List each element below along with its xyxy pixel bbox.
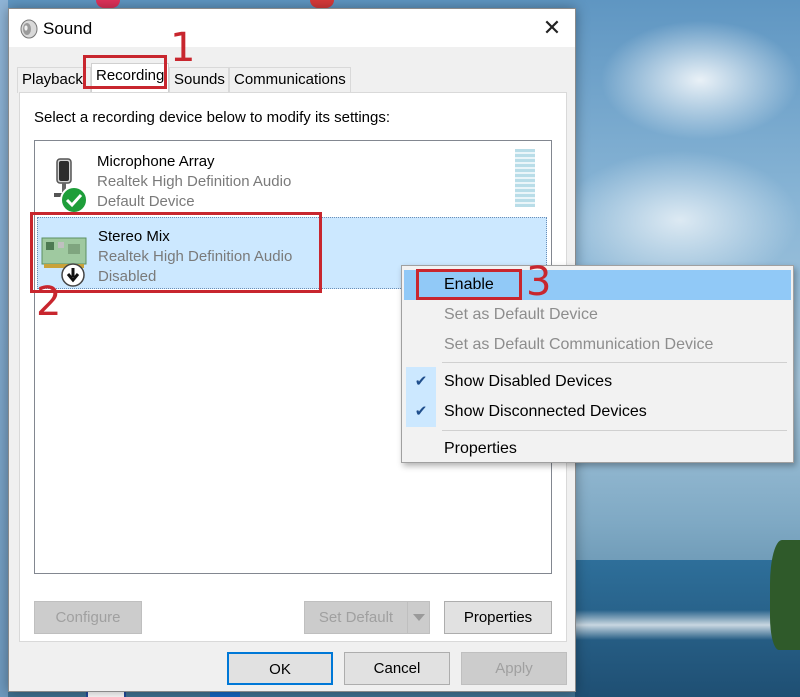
cancel-label: Cancel [373, 660, 421, 677]
menu-item-set-default-device[interactable]: Set as Default Device [404, 300, 791, 330]
device-name: Microphone Array [97, 153, 215, 170]
desktop-icon[interactable] [310, 0, 334, 8]
cancel-button[interactable]: Cancel [344, 652, 450, 685]
annotation-box-enable [416, 269, 522, 300]
menu-item-label: Set as Default Communication Device [444, 336, 714, 353]
tab-communications[interactable]: Communications [229, 67, 351, 93]
checkmark-icon: ✔ [406, 397, 436, 427]
menu-separator [442, 430, 787, 431]
green-check-icon [60, 186, 88, 214]
menu-item-label: Set as Default Device [444, 306, 598, 323]
menu-item-show-disconnected-devices[interactable]: ✔ Show Disconnected Devices [404, 397, 791, 427]
device-driver: Realtek High Definition Audio [97, 173, 292, 190]
checkmark-icon: ✔ [406, 367, 436, 397]
device-status: Default Device [97, 193, 195, 210]
configure-button[interactable]: Configure [34, 601, 142, 634]
close-button[interactable]: ✕ [529, 9, 575, 47]
annotation-box-stereo-mix [30, 212, 322, 293]
speaker-icon [20, 19, 38, 39]
instruction-text: Select a recording device below to modif… [34, 109, 391, 126]
menu-item-set-default-communication-device[interactable]: Set as Default Communication Device [404, 330, 791, 360]
tab-playback[interactable]: Playback [17, 67, 91, 93]
configure-label: Configure [55, 609, 121, 626]
chevron-down-icon[interactable] [407, 602, 429, 633]
tab-label: Communications [234, 71, 346, 88]
apply-label: Apply [495, 660, 533, 677]
set-default-label: Set Default [318, 609, 394, 626]
desktop-wave [575, 610, 800, 640]
set-default-button[interactable]: Set Default [304, 601, 430, 634]
annotation-box-recording-tab [83, 55, 167, 89]
window-title: Sound [43, 19, 93, 38]
tab-label: Sounds [174, 71, 225, 88]
menu-item-label: Show Disconnected Devices [444, 403, 647, 420]
ok-button[interactable]: OK [227, 652, 333, 685]
desktop-cloud [600, 20, 800, 140]
desktop-tree [770, 540, 800, 650]
desktop-icon[interactable] [96, 0, 120, 8]
tab-label: Playback [22, 71, 83, 88]
menu-item-label: Properties [444, 440, 517, 457]
menu-item-properties[interactable]: Properties [404, 434, 791, 464]
properties-label: Properties [463, 609, 533, 626]
menu-item-label: Show Disabled Devices [444, 373, 613, 390]
annotation-step-3: 3 [526, 259, 552, 305]
menu-separator [442, 362, 787, 363]
apply-button[interactable]: Apply [461, 652, 567, 685]
level-meter [515, 149, 535, 207]
device-item-microphone-array[interactable]: Microphone Array Realtek High Definition… [37, 143, 547, 215]
menu-item-show-disabled-devices[interactable]: ✔ Show Disabled Devices [404, 367, 791, 397]
close-icon: ✕ [542, 15, 562, 40]
desktop-background-left [0, 0, 8, 697]
annotation-step-2: 2 [36, 279, 62, 325]
properties-button[interactable]: Properties [444, 601, 552, 634]
ok-label: OK [269, 661, 291, 678]
annotation-step-1: 1 [170, 25, 196, 71]
title-bar[interactable]: Sound ✕ [9, 9, 575, 47]
